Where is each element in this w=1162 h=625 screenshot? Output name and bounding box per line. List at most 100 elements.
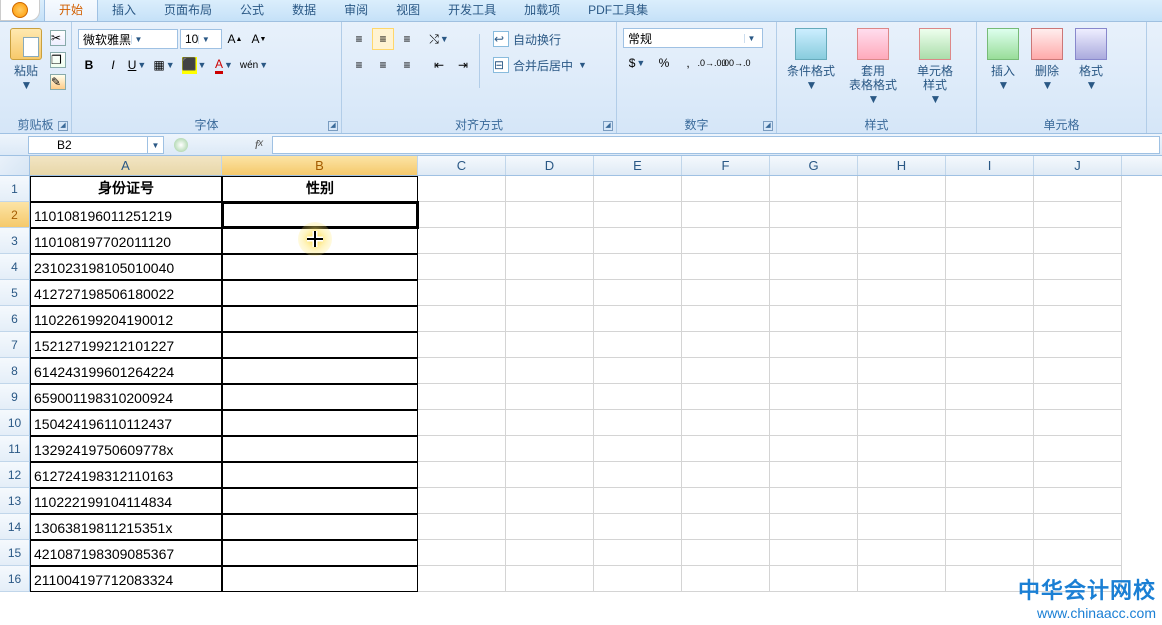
cell[interactable] [770,228,858,254]
decrease-font-icon[interactable]: A▼ [248,28,270,50]
cell[interactable] [506,384,594,410]
cell[interactable]: 13063819811215351x [30,514,222,540]
cell[interactable] [682,332,770,358]
cell[interactable]: 110108196011251219 [30,202,222,228]
cell[interactable] [594,514,682,540]
percent-icon[interactable]: % [653,52,675,74]
cell[interactable] [594,566,682,592]
cell[interactable]: 110222199104114834 [30,488,222,514]
increase-indent-icon[interactable]: ⇥ [452,54,474,76]
cell[interactable] [858,410,946,436]
cell[interactable] [222,384,418,410]
cell[interactable] [858,280,946,306]
row-header[interactable]: 14 [0,514,30,540]
cell[interactable] [418,384,506,410]
cell[interactable] [594,358,682,384]
cell[interactable] [770,358,858,384]
cell[interactable] [222,514,418,540]
insert-cells-button[interactable]: 插入▼ [981,24,1025,92]
tab-addins[interactable]: 加载项 [510,0,574,21]
cell[interactable] [682,254,770,280]
border-button[interactable]: ▦▼ [150,54,178,76]
cell[interactable] [946,384,1034,410]
cell[interactable] [858,384,946,410]
cell[interactable] [418,176,506,202]
cell[interactable] [1034,254,1122,280]
tab-review[interactable]: 审阅 [330,0,382,21]
cell[interactable] [222,410,418,436]
cell[interactable]: 13292419750609778x [30,436,222,462]
col-header-F[interactable]: F [682,156,770,175]
cell[interactable] [682,462,770,488]
cell[interactable] [682,488,770,514]
cell[interactable] [418,358,506,384]
cell[interactable] [594,176,682,202]
worksheet-grid[interactable]: A B C D E F G H I J 1身份证号性别2110108196011… [0,156,1162,592]
cell[interactable] [858,202,946,228]
cell[interactable] [222,254,418,280]
cell[interactable] [594,410,682,436]
cell[interactable] [222,540,418,566]
cell[interactable] [858,566,946,592]
tab-pdf[interactable]: PDF工具集 [574,0,662,21]
cell[interactable] [506,436,594,462]
cell[interactable] [682,514,770,540]
cell[interactable] [594,384,682,410]
cell-styles-button[interactable]: 单元格 样式▼ [905,24,965,106]
cell[interactable]: 412727198506180022 [30,280,222,306]
cell[interactable] [682,358,770,384]
cell[interactable] [770,280,858,306]
font-color-button[interactable]: A▼ [210,54,238,76]
cell[interactable] [594,436,682,462]
cell[interactable] [594,280,682,306]
cell[interactable] [222,462,418,488]
conditional-format-button[interactable]: 条件格式▼ [781,24,841,92]
cell[interactable] [1034,332,1122,358]
phonetic-button[interactable]: wén▼ [240,54,268,76]
row-header[interactable]: 13 [0,488,30,514]
cell[interactable] [770,488,858,514]
row-header[interactable]: 8 [0,358,30,384]
cell[interactable] [1034,488,1122,514]
cell[interactable] [1034,358,1122,384]
cell[interactable] [222,436,418,462]
tab-developer[interactable]: 开发工具 [434,0,510,21]
name-box[interactable]: B2 [28,136,148,154]
cell[interactable] [770,202,858,228]
cell[interactable] [594,488,682,514]
cell[interactable] [594,306,682,332]
cell[interactable] [770,176,858,202]
increase-decimal-icon[interactable]: .0→.00 [701,52,723,74]
cell[interactable] [682,202,770,228]
tab-layout[interactable]: 页面布局 [150,0,226,21]
row-header[interactable]: 6 [0,306,30,332]
cell[interactable] [946,254,1034,280]
cell[interactable] [506,488,594,514]
cell[interactable] [682,228,770,254]
cell[interactable] [946,514,1034,540]
cell[interactable] [506,540,594,566]
cell[interactable] [946,488,1034,514]
cell[interactable] [946,280,1034,306]
copy-icon[interactable]: ❐ [50,52,66,68]
cell[interactable] [770,384,858,410]
cell[interactable] [418,332,506,358]
decrease-decimal-icon[interactable]: .00→.0 [725,52,747,74]
cell[interactable] [1034,176,1122,202]
cell[interactable]: 身份证号 [30,176,222,202]
cell[interactable] [222,566,418,592]
italic-button[interactable]: I [102,54,124,76]
align-dialog-icon[interactable]: ◢ [603,121,613,131]
row-header[interactable]: 2 [0,202,30,228]
cell[interactable] [858,254,946,280]
cell[interactable] [1034,306,1122,332]
wrap-text-button[interactable]: ↩自动换行 [488,28,592,50]
cell[interactable] [1034,384,1122,410]
col-header-B[interactable]: B [222,156,418,175]
cell[interactable] [418,566,506,592]
col-header-G[interactable]: G [770,156,858,175]
name-box-dropdown-icon[interactable]: ▼ [148,136,164,154]
cell[interactable] [418,280,506,306]
cell[interactable]: 152127199212101227 [30,332,222,358]
cell[interactable] [682,176,770,202]
